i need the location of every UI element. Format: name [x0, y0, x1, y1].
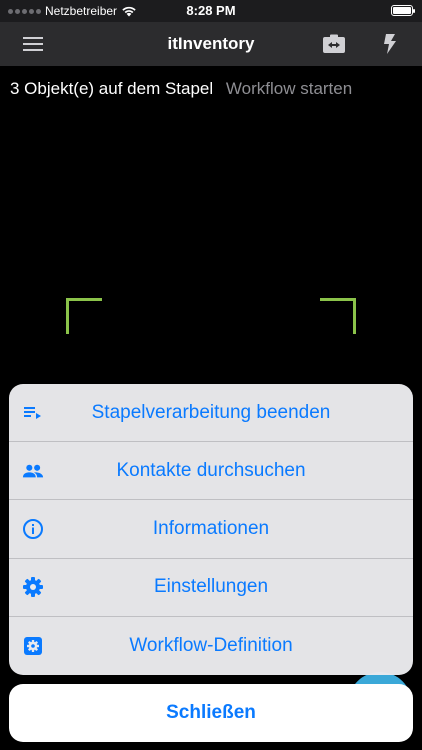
- close-button-label: Schließen: [166, 702, 256, 723]
- status-time: 8:28 PM: [186, 3, 236, 18]
- scan-frame-corner-right: [320, 298, 356, 334]
- gear-icon: [22, 576, 44, 598]
- app-title: itInventory: [167, 34, 255, 53]
- action-end-batch[interactable]: Stapelverarbeitung beenden: [9, 384, 413, 443]
- status-bar: Netzbetreiber 8:28 PM: [0, 0, 422, 22]
- info-icon: [22, 518, 44, 540]
- action-label: Workflow-Definition: [129, 634, 293, 656]
- action-label: Einstellungen: [153, 576, 269, 598]
- action-search-contacts[interactable]: Kontakte durchsuchen: [9, 442, 413, 501]
- contacts-icon: [22, 460, 44, 482]
- action-settings[interactable]: Einstellungen: [9, 559, 413, 617]
- action-sheet: Stapelverarbeitung beenden Kontakte durc…: [9, 384, 413, 675]
- camera-switch-icon[interactable]: [320, 30, 348, 58]
- action-label: Kontakte durchsuchen: [116, 459, 306, 481]
- action-label: Stapelverarbeitung beenden: [91, 401, 331, 423]
- workflow-settings-icon: [22, 635, 44, 657]
- action-workflow-definition[interactable]: Workflow-Definition: [9, 617, 413, 675]
- stack-info: 3 Objekt(e) auf dem Stapel Workflow star…: [10, 79, 352, 99]
- close-button[interactable]: Schließen: [9, 684, 413, 742]
- playlist-icon: [22, 402, 44, 424]
- battery-icon: [391, 5, 415, 16]
- nav-bar: itInventory: [0, 22, 422, 66]
- stack-count-text: 3 Objekt(e) auf dem Stapel: [10, 79, 214, 98]
- flash-icon[interactable]: [376, 30, 404, 58]
- start-workflow-link[interactable]: Workflow starten: [226, 79, 352, 98]
- action-information[interactable]: Informationen: [9, 500, 413, 559]
- action-label: Informationen: [152, 517, 270, 539]
- scan-frame-corner-left: [66, 298, 102, 334]
